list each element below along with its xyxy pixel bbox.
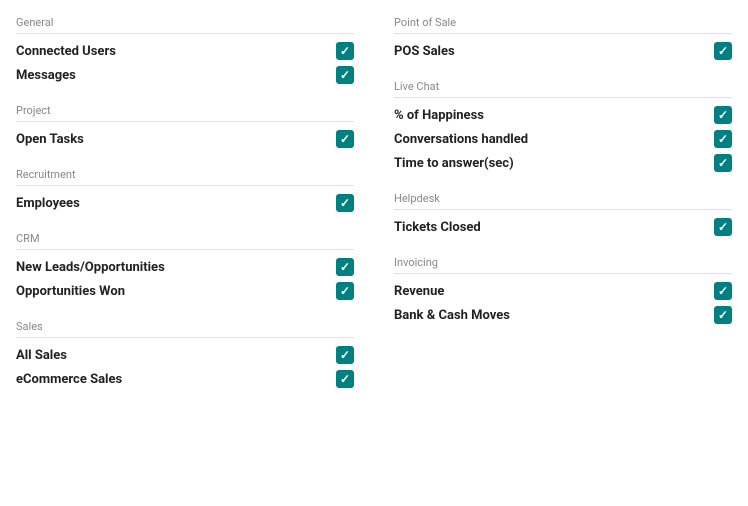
item-row: eCommerce Sales	[16, 370, 354, 388]
checkbox[interactable]	[714, 154, 732, 172]
checkbox[interactable]	[714, 106, 732, 124]
section-1-1: Live Chat % of Happiness Conversations han…	[394, 80, 732, 172]
section-1-0: Point of Sale POS Sales	[394, 16, 732, 60]
item-row: Employees	[16, 194, 354, 212]
item-row: Bank & Cash Moves	[394, 306, 732, 324]
item-label: All Sales	[16, 348, 328, 363]
section-title: Sales	[16, 320, 354, 338]
section-0-0: General Connected Users Messages	[16, 16, 354, 84]
checkbox[interactable]	[336, 42, 354, 60]
section-title: Live Chat	[394, 80, 732, 98]
main-grid: General Connected Users Messages Project Ope…	[16, 16, 732, 408]
item-row: Messages	[16, 66, 354, 84]
item-row: New Leads/Opportunities	[16, 258, 354, 276]
item-label: Tickets Closed	[394, 220, 706, 235]
checkbox[interactable]	[336, 258, 354, 276]
section-title: Invoicing	[394, 256, 732, 274]
item-row: Connected Users	[16, 42, 354, 60]
section-title: Point of Sale	[394, 16, 732, 34]
section-title: General	[16, 16, 354, 34]
checkbox[interactable]	[714, 130, 732, 148]
checkbox[interactable]	[336, 130, 354, 148]
item-row: Conversations handled	[394, 130, 732, 148]
checkbox[interactable]	[336, 282, 354, 300]
checkbox[interactable]	[714, 42, 732, 60]
checkbox[interactable]	[714, 218, 732, 236]
item-label: % of Happiness	[394, 108, 706, 123]
item-label: Bank & Cash Moves	[394, 308, 706, 323]
item-label: POS Sales	[394, 44, 706, 59]
item-label: Opportunities Won	[16, 284, 328, 299]
checkbox[interactable]	[336, 194, 354, 212]
item-row: Tickets Closed	[394, 218, 732, 236]
item-label: Revenue	[394, 284, 706, 299]
section-0-4: Sales All Sales eCommerce Sales	[16, 320, 354, 388]
section-0-3: CRM New Leads/Opportunities Opportunities …	[16, 232, 354, 300]
section-0-2: Recruitment Employees	[16, 168, 354, 212]
item-row: Opportunities Won	[16, 282, 354, 300]
section-title: Helpdesk	[394, 192, 732, 210]
checkbox[interactable]	[336, 66, 354, 84]
item-row: Revenue	[394, 282, 732, 300]
checkbox[interactable]	[714, 282, 732, 300]
checkbox[interactable]	[336, 370, 354, 388]
column-1: Point of Sale POS Sales Live Chat % of Happ…	[394, 16, 732, 408]
checkbox[interactable]	[714, 306, 732, 324]
checkbox[interactable]	[336, 346, 354, 364]
section-1-2: Helpdesk Tickets Closed	[394, 192, 732, 236]
item-label: eCommerce Sales	[16, 372, 328, 387]
section-title: Project	[16, 104, 354, 122]
section-0-1: Project Open Tasks	[16, 104, 354, 148]
column-0: General Connected Users Messages Project Ope…	[16, 16, 354, 408]
item-label: Employees	[16, 196, 328, 211]
item-label: Time to answer(sec)	[394, 156, 706, 171]
item-label: Connected Users	[16, 44, 328, 59]
item-row: Open Tasks	[16, 130, 354, 148]
item-row: Time to answer(sec)	[394, 154, 732, 172]
section-title: CRM	[16, 232, 354, 250]
item-row: POS Sales	[394, 42, 732, 60]
item-label: Open Tasks	[16, 132, 328, 147]
item-label: New Leads/Opportunities	[16, 260, 328, 275]
item-row: All Sales	[16, 346, 354, 364]
section-title: Recruitment	[16, 168, 354, 186]
item-row: % of Happiness	[394, 106, 732, 124]
item-label: Conversations handled	[394, 132, 706, 147]
section-1-3: Invoicing Revenue Bank & Cash Moves	[394, 256, 732, 324]
item-label: Messages	[16, 68, 328, 83]
